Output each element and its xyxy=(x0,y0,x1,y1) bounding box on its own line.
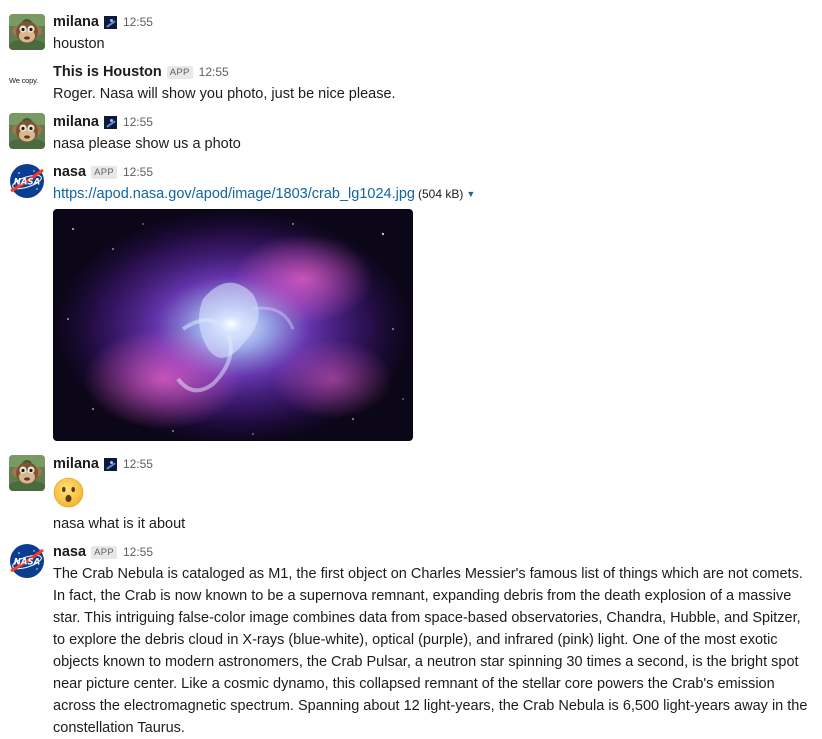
message-text: nasa what is it about xyxy=(53,516,186,532)
timestamp[interactable]: 12:55 xyxy=(123,115,153,129)
timestamp[interactable]: 12:55 xyxy=(123,15,153,29)
message-header: nasa APP 12:55 xyxy=(53,162,153,182)
hushed-face-emoji[interactable] xyxy=(53,477,84,508)
image-link[interactable]: https://apod.nasa.gov/apod/image/1803/cr… xyxy=(53,186,415,202)
author-name[interactable]: milana xyxy=(53,456,99,472)
message-header: nasa APP 12:55 xyxy=(53,542,153,562)
monkey-avatar-icon[interactable] xyxy=(9,14,45,50)
status-emoji-icon xyxy=(103,15,117,29)
author-name[interactable]: This is Houston xyxy=(53,64,162,80)
message-header: milana 12:55 xyxy=(53,112,153,132)
timestamp[interactable]: 12:55 xyxy=(123,165,153,179)
message-text: houston xyxy=(53,36,105,52)
monkey-avatar-icon[interactable] xyxy=(9,113,45,149)
file-size: (504 kB) xyxy=(417,187,464,201)
message-text: nasa please show us a photo xyxy=(53,136,241,152)
message-header: milana 12:55 xyxy=(53,454,153,474)
timestamp[interactable]: 12:55 xyxy=(123,545,153,559)
author-name[interactable]: milana xyxy=(53,114,99,130)
avatar-text: We copy. xyxy=(9,76,38,85)
app-badge: APP xyxy=(91,165,117,179)
chevron-down-icon[interactable]: ▼ xyxy=(466,189,475,199)
message-text: The Crab Nebula is cataloged as M1, the … xyxy=(53,566,808,736)
message-header: milana 12:55 xyxy=(53,12,153,32)
status-emoji-icon xyxy=(103,115,117,129)
status-emoji-icon xyxy=(103,457,117,471)
message-text: Roger. Nasa will show you photo, just be… xyxy=(53,86,396,102)
houston-avatar[interactable]: We copy. xyxy=(9,63,45,99)
author-name[interactable]: nasa xyxy=(53,164,86,180)
attachment-line: https://apod.nasa.gov/apod/image/1803/cr… xyxy=(53,183,475,206)
nasa-logo-icon[interactable] xyxy=(9,543,45,579)
timestamp[interactable]: 12:55 xyxy=(199,65,229,79)
nasa-logo-icon[interactable] xyxy=(9,163,45,199)
app-badge: APP xyxy=(166,65,193,79)
crab-nebula-image[interactable] xyxy=(53,209,413,441)
monkey-avatar-icon[interactable] xyxy=(9,455,45,491)
timestamp[interactable]: 12:55 xyxy=(123,457,153,471)
message-header: This is Houston APP 12:55 xyxy=(53,62,229,82)
author-name[interactable]: milana xyxy=(53,14,99,30)
author-name[interactable]: nasa xyxy=(53,544,86,560)
app-badge: APP xyxy=(91,545,117,559)
